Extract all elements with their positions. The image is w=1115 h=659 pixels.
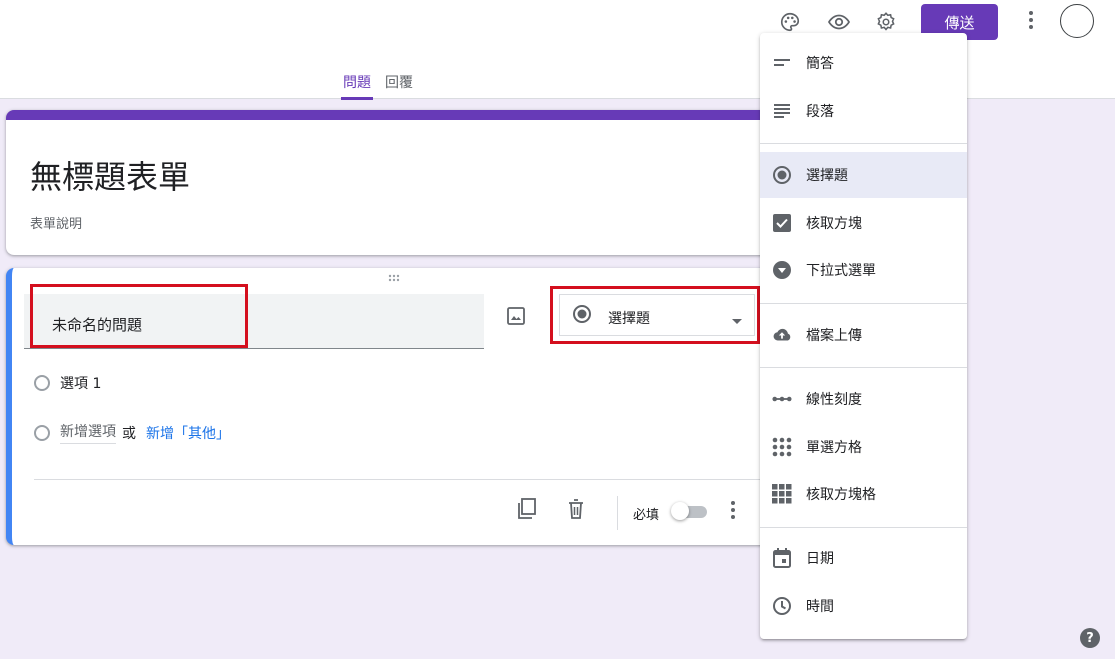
or-text: 或	[122, 425, 136, 442]
more-vert-icon[interactable]	[730, 500, 740, 520]
menu-divider	[760, 143, 967, 144]
question-card[interactable]: 未命名的問題 選擇題 選項 1 新增選項 或 新增「其他」 必填	[6, 268, 806, 545]
image-icon[interactable]	[506, 306, 526, 326]
menu-divider	[760, 303, 967, 304]
menu-divider	[760, 527, 967, 528]
form-title[interactable]: 無標題表單	[30, 152, 190, 198]
option-label[interactable]: 選項 1	[60, 373, 101, 393]
radio-icon	[772, 165, 792, 185]
divider	[34, 479, 764, 480]
radio-empty-icon	[34, 375, 50, 391]
add-option-row: 新增選項 或 新增「其他」	[34, 421, 230, 444]
menu-item-label: 時間	[806, 599, 834, 615]
menu-item-linear-scale[interactable]: 線性刻度	[760, 376, 967, 422]
menu-item-time[interactable]: 時間	[760, 583, 967, 629]
option-row: 選項 1	[34, 373, 101, 393]
menu-item-checkbox-grid[interactable]: 核取方塊格	[760, 471, 967, 517]
menu-item-date[interactable]: 日期	[760, 535, 967, 581]
eye-icon[interactable]	[825, 8, 853, 36]
menu-item-file-upload[interactable]: 檔案上傳	[760, 312, 967, 358]
question-type-menu: 簡答 段落 選擇題 核取方塊 下拉式選單 檔案上傳 線性刻度 單選方格 核取方塊…	[760, 33, 967, 639]
palette-icon[interactable]	[776, 8, 804, 36]
menu-item-label: 下拉式選單	[806, 263, 876, 279]
tab-questions[interactable]: 問題	[341, 66, 373, 100]
tab-responses[interactable]: 回覆	[383, 66, 415, 100]
menu-item-dropdown[interactable]: 下拉式選單	[760, 247, 967, 293]
menu-item-checkbox[interactable]: 核取方塊	[760, 200, 967, 246]
grid-dots-icon	[772, 437, 792, 457]
form-description[interactable]: 表單說明	[30, 213, 82, 232]
add-other-link[interactable]: 新增「其他」	[146, 423, 230, 443]
more-vert-icon[interactable]	[1017, 6, 1045, 34]
dropdown-icon	[772, 260, 792, 280]
menu-item-choice-grid[interactable]: 單選方格	[760, 424, 967, 470]
menu-item-label: 選擇題	[806, 168, 848, 184]
menu-item-label: 線性刻度	[806, 392, 862, 408]
drag-handle-icon[interactable]	[388, 274, 404, 285]
menu-item-short-answer[interactable]: 簡答	[760, 40, 967, 86]
tab-bar: 問題 回覆	[341, 66, 415, 100]
add-option-input[interactable]: 新增選項	[60, 421, 116, 444]
menu-item-label: 核取方塊	[806, 216, 862, 232]
radio-empty-icon	[34, 424, 50, 441]
menu-item-label: 簡答	[806, 56, 834, 72]
duplicate-icon[interactable]	[517, 498, 539, 520]
clock-icon	[772, 596, 792, 616]
menu-divider	[760, 367, 967, 368]
question-type-dropdown[interactable]: 選擇題	[559, 294, 755, 336]
paragraph-icon	[772, 101, 792, 121]
menu-item-label: 單選方格	[806, 440, 862, 456]
menu-item-label: 檔案上傳	[806, 328, 862, 344]
cloud-upload-icon	[772, 325, 792, 345]
menu-item-label: 核取方塊格	[806, 487, 876, 503]
calendar-icon	[772, 548, 792, 568]
footer-separator	[617, 496, 618, 530]
radio-icon	[572, 304, 592, 328]
checkbox-icon	[772, 213, 792, 233]
linear-scale-icon	[772, 389, 792, 409]
question-type-select[interactable]: 選擇題	[550, 286, 760, 344]
highlight-box-question	[30, 284, 248, 348]
required-toggle[interactable]	[671, 502, 709, 520]
menu-item-multiple-choice[interactable]: 選擇題	[760, 152, 967, 198]
avatar[interactable]	[1060, 4, 1094, 38]
menu-item-label: 日期	[806, 551, 834, 567]
settings-icon[interactable]	[872, 8, 900, 36]
form-header-card: 無標題表單 表單說明	[6, 110, 806, 255]
required-label: 必填	[633, 508, 660, 523]
chevron-down-icon	[732, 310, 742, 329]
menu-item-paragraph[interactable]: 段落	[760, 88, 967, 134]
short-answer-icon	[772, 53, 792, 73]
help-icon[interactable]: ?	[1080, 628, 1100, 648]
delete-icon[interactable]	[566, 498, 588, 520]
question-type-label: 選擇題	[608, 311, 650, 327]
menu-item-label: 段落	[806, 104, 834, 120]
grid-squares-icon	[772, 484, 792, 504]
